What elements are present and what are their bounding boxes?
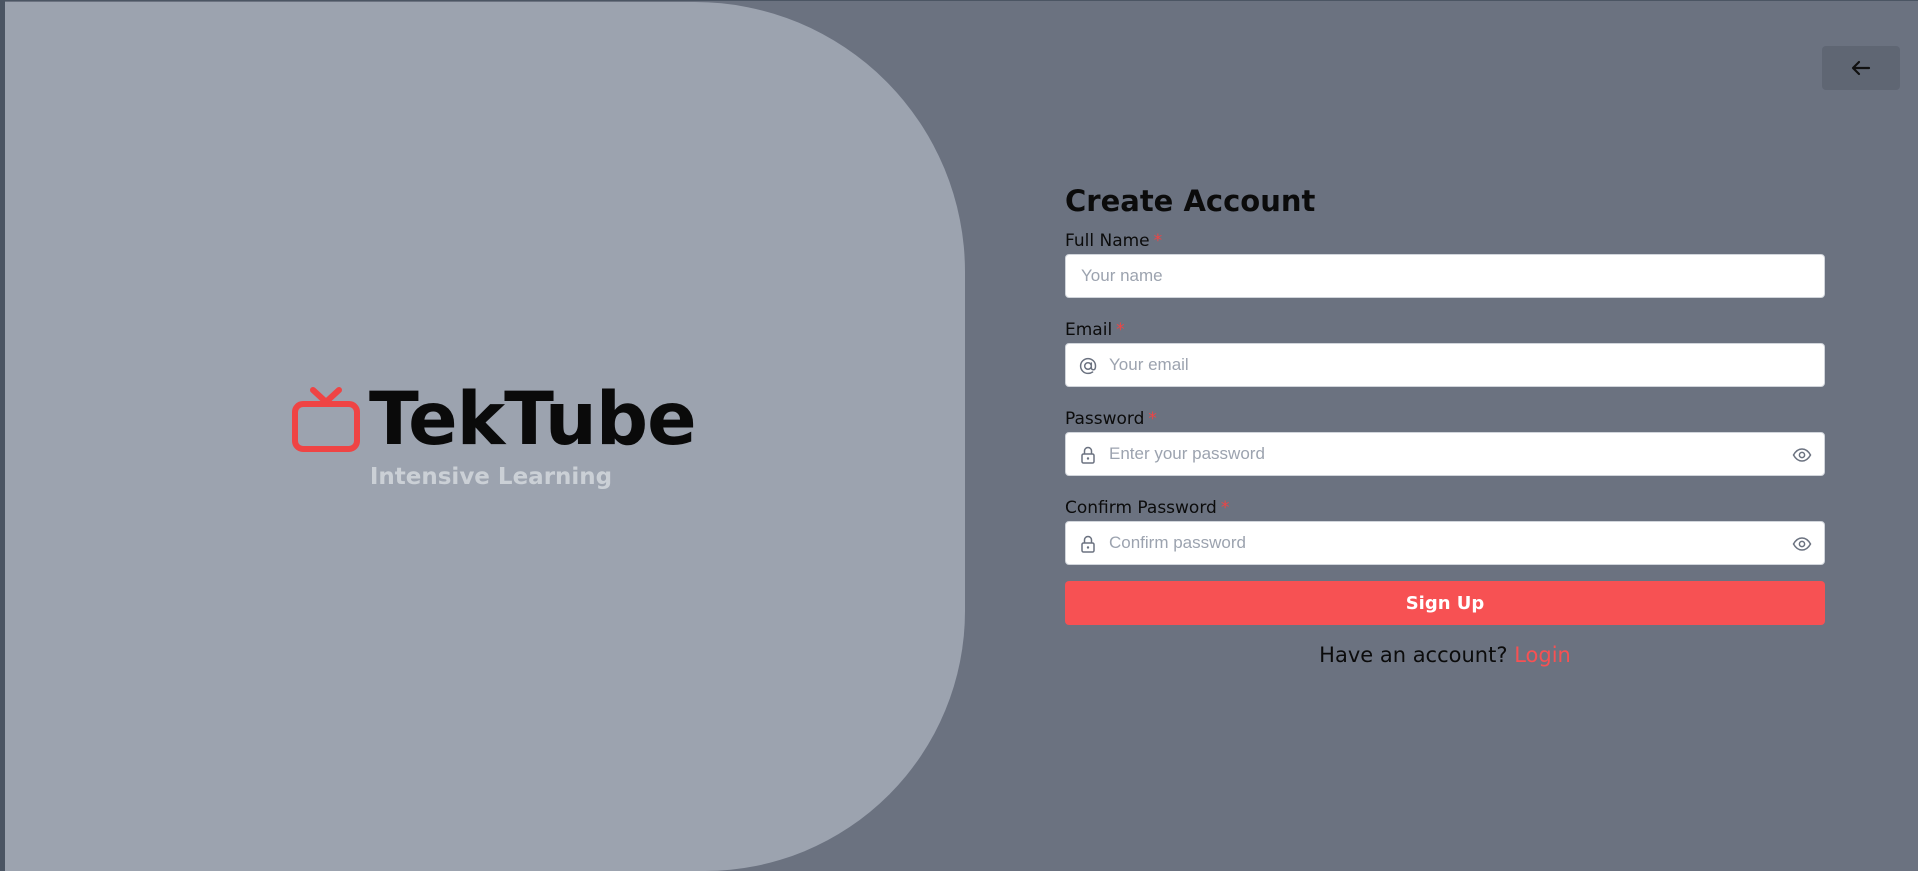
required-marker: * [1116,320,1125,340]
brand-name: TekTube [369,377,697,462]
back-button[interactable] [1822,46,1900,90]
email-label-text: Email [1065,320,1113,340]
required-marker: * [1148,409,1157,429]
full-name-input[interactable] [1066,255,1824,297]
full-name-label: Full Name * [1065,228,1825,254]
window-top-edge [0,0,1918,1]
form-title: Create Account [1065,184,1316,218]
password-label-text: Password [1065,409,1145,429]
eye-icon[interactable] [1792,535,1812,553]
eye-icon[interactable] [1792,446,1812,464]
email-label: Email * [1065,317,1825,343]
brand-logo: TekTube [291,377,697,462]
required-marker: * [1220,498,1230,518]
full-name-label-text: Full Name [1065,231,1150,251]
email-field-box [1065,343,1825,387]
confirm-password-input[interactable] [1066,522,1824,564]
confirm-password-label-text: Confirm Password [1065,498,1217,518]
password-input[interactable] [1066,433,1824,475]
login-prompt-text: Have an account? [1319,643,1508,667]
hero-panel: TekTube Intensive Learning [5,2,965,871]
confirm-password-label: Confirm Password * [1065,495,1825,521]
password-label: Password * [1065,406,1825,432]
sign-up-button[interactable]: Sign Up [1065,581,1825,625]
required-marker: * [1153,231,1163,251]
email-input[interactable] [1066,344,1824,386]
password-field-box [1065,432,1825,476]
login-prompt: Have an account? Login [1065,643,1825,667]
login-link[interactable]: Login [1514,643,1571,667]
full-name-field-box [1065,254,1825,298]
confirm-password-field-box [1065,521,1825,565]
arrow-left-icon [1851,60,1871,76]
tv-icon [292,387,360,452]
brand-tagline: Intensive Learning [369,464,613,490]
brand-block: TekTube Intensive Learning [291,382,721,502]
signup-form: Create Account Full Name* Email* Passwor… [1065,178,1825,667]
